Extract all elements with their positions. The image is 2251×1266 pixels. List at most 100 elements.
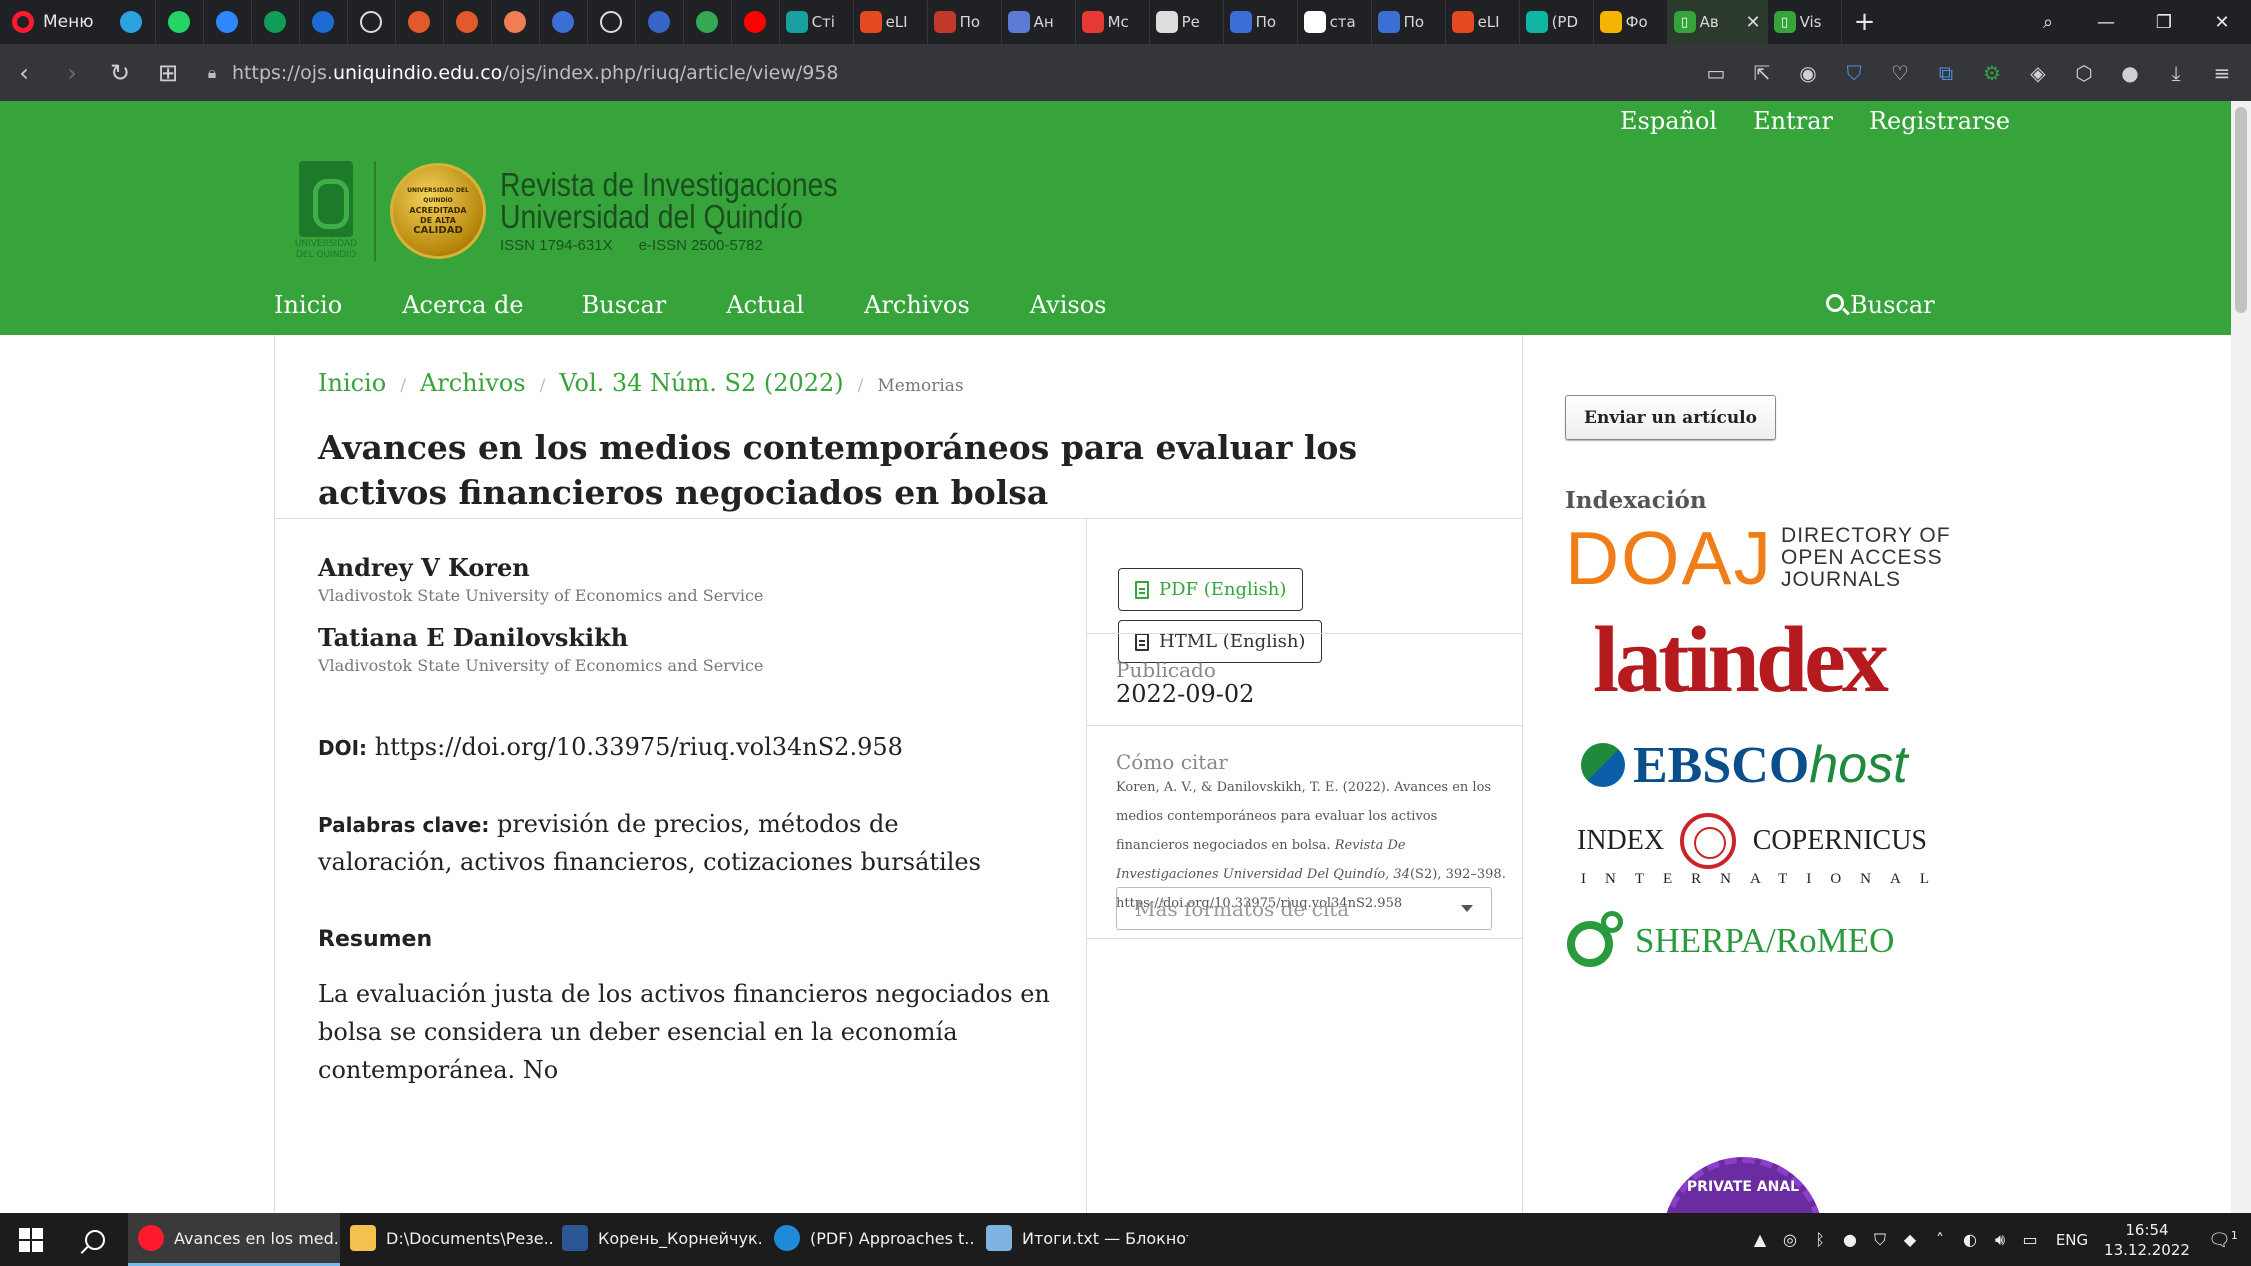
- header-search-link[interactable]: Buscar: [1826, 291, 1935, 319]
- ebsco-logo[interactable]: EBSCOhost: [1581, 735, 1908, 795]
- pinned-tab[interactable]: [204, 0, 252, 44]
- taskbar-app[interactable]: Avances en los med...: [128, 1213, 340, 1266]
- network-icon[interactable]: ◐: [1955, 1230, 1985, 1249]
- display-icon[interactable]: ▭: [2015, 1230, 2045, 1249]
- pinned-tab[interactable]: [108, 0, 156, 44]
- translate-icon[interactable]: ⧉: [1923, 53, 1969, 93]
- heart-icon[interactable]: ♡: [1877, 53, 1923, 93]
- nav-about[interactable]: Acerca de: [402, 291, 523, 319]
- browser-tab[interactable]: Ре: [1150, 0, 1224, 44]
- latindex-logo[interactable]: latindex: [1593, 605, 1889, 715]
- pinned-tab[interactable]: [732, 0, 780, 44]
- user-nav-language[interactable]: Español: [1620, 107, 1717, 135]
- new-tab-button[interactable]: +: [1842, 0, 1888, 44]
- nav-announcements[interactable]: Avisos: [1030, 291, 1107, 319]
- share-icon[interactable]: ⇱: [1739, 53, 1785, 93]
- citation-format-dropdown[interactable]: Más formatos de cita: [1116, 887, 1492, 930]
- language-indicator[interactable]: ENG: [2045, 1231, 2099, 1249]
- pinned-tab[interactable]: [636, 0, 684, 44]
- steam-icon[interactable]: ◎: [1775, 1230, 1805, 1249]
- nav-search[interactable]: Buscar: [582, 291, 667, 319]
- vpn-icon[interactable]: ⚙: [1969, 53, 2015, 93]
- browser-tab[interactable]: По: [1224, 0, 1298, 44]
- chevron-up-icon[interactable]: ˄: [1925, 1230, 1955, 1249]
- tab-last[interactable]: ▯ Vis: [1768, 0, 1842, 44]
- taskbar-app[interactable]: (PDF) Approaches t...: [764, 1213, 976, 1266]
- forward-icon[interactable]: ›: [48, 44, 96, 101]
- browser-tab[interactable]: Мс: [1076, 0, 1150, 44]
- pinned-tab[interactable]: [156, 0, 204, 44]
- browser-tab[interactable]: Фо: [1594, 0, 1668, 44]
- browser-menu-button[interactable]: Меню: [0, 0, 108, 44]
- pinned-tab[interactable]: [684, 0, 732, 44]
- restore-icon[interactable]: ❐: [2135, 0, 2193, 44]
- browser-tab[interactable]: По: [928, 0, 1002, 44]
- breadcrumb-link[interactable]: Vol. 34 Núm. S2 (2022): [559, 369, 843, 397]
- browser-tab[interactable]: По: [1372, 0, 1446, 44]
- pinned-tab[interactable]: [444, 0, 492, 44]
- tab-grid-icon[interactable]: ⊞: [144, 44, 192, 101]
- bluetooth-icon[interactable]: ᛒ: [1805, 1230, 1835, 1249]
- user-nav-register[interactable]: Registrarse: [1869, 107, 2010, 135]
- tab-search-icon[interactable]: ⌕: [2019, 0, 2077, 44]
- browser-tab[interactable]: eLI: [854, 0, 928, 44]
- browser-tab[interactable]: eLI: [1446, 0, 1520, 44]
- breadcrumb-link[interactable]: Archivos: [420, 369, 526, 397]
- taskbar-search-button[interactable]: [62, 1213, 128, 1266]
- pinned-tab[interactable]: [300, 0, 348, 44]
- tab-active[interactable]: ▯ Ав ✕: [1667, 0, 1768, 44]
- nav-current[interactable]: Actual: [726, 291, 804, 319]
- user-nav-login[interactable]: Entrar: [1753, 107, 1833, 135]
- breadcrumb-link[interactable]: Inicio: [318, 369, 386, 397]
- close-window-icon[interactable]: ✕: [2193, 0, 2251, 44]
- minimize-icon[interactable]: —: [2077, 0, 2135, 44]
- nav-archives[interactable]: Archivos: [864, 291, 970, 319]
- start-button[interactable]: [0, 1213, 62, 1266]
- close-tab-icon[interactable]: ✕: [1745, 12, 1760, 33]
- nav-home[interactable]: Inicio: [274, 291, 342, 319]
- reload-icon[interactable]: ↻: [96, 44, 144, 101]
- taskbar-app[interactable]: D:\Documents\Резе...: [340, 1213, 552, 1266]
- lock-icon[interactable]: 🔒︎: [192, 63, 232, 83]
- taskbar-app[interactable]: Итоги.txt — Блокнот: [976, 1213, 1188, 1266]
- download-icon[interactable]: ⤓: [2153, 53, 2199, 93]
- profile-avatar-icon[interactable]: ●: [2107, 53, 2153, 93]
- reader-icon[interactable]: ▭: [1693, 53, 1739, 93]
- private-badge-logo[interactable]: PRIVATE ANAL: [1663, 1157, 1823, 1213]
- clock[interactable]: 16:54 13.12.2022: [2099, 1220, 2195, 1260]
- index-copernicus-logo[interactable]: INDEX COPERNICUS INTERNATIONAL: [1577, 813, 1929, 888]
- dropbox-icon[interactable]: ◆: [1895, 1230, 1925, 1249]
- browser-tab[interactable]: Ан: [1002, 0, 1076, 44]
- pinned-tab[interactable]: [492, 0, 540, 44]
- browser-tab[interactable]: (PD: [1520, 0, 1594, 44]
- notifications-button[interactable]: 🗨︎1: [2195, 1229, 2251, 1251]
- browser-tab[interactable]: Сті: [780, 0, 854, 44]
- submit-article-button[interactable]: Enviar un artículo: [1565, 395, 1776, 440]
- pdf-galley-button[interactable]: PDF (English): [1118, 568, 1304, 611]
- easy-setup-icon[interactable]: ≡: [2199, 53, 2245, 93]
- pinned-tab[interactable]: [540, 0, 588, 44]
- page-scrollbar[interactable]: [2231, 101, 2251, 1213]
- camera-icon[interactable]: ◉: [1785, 53, 1831, 93]
- doaj-logo[interactable]: DOAJ DIRECTORY OF OPEN ACCESS JOURNALS: [1565, 521, 1951, 596]
- pinned-tab[interactable]: [588, 0, 636, 44]
- doi-link[interactable]: https://doi.org/10.33975/riuq.vol34nS2.9…: [375, 733, 903, 761]
- taskbar-app[interactable]: Корень_Корнейчук...: [552, 1213, 764, 1266]
- sherpa-romeo-logo[interactable]: SHERPA/RoMEO: [1567, 911, 1894, 971]
- html-galley-button[interactable]: HTML (English): [1118, 620, 1323, 663]
- back-icon[interactable]: ‹: [0, 44, 48, 101]
- adblock-shield-icon[interactable]: ⛉: [1831, 53, 1877, 93]
- pinned-tab[interactable]: [348, 0, 396, 44]
- pinned-tab[interactable]: [396, 0, 444, 44]
- drive-icon[interactable]: ▲: [1745, 1230, 1775, 1249]
- circle-icon[interactable]: ●: [1835, 1230, 1865, 1249]
- browser-tab[interactable]: ста: [1298, 0, 1372, 44]
- journal-logo[interactable]: UNIVERSIDAD DEL QUINDÍO UNIVERSIDAD DEL …: [286, 161, 893, 261]
- volume-icon[interactable]: 🔊︎: [1985, 1230, 2015, 1250]
- scrollbar-thumb[interactable]: [2235, 107, 2247, 313]
- extension-icon[interactable]: ◈: [2015, 53, 2061, 93]
- security-icon[interactable]: ⛉: [1865, 1230, 1895, 1250]
- url-field[interactable]: https://ojs.uniquindio.edu.co/ojs/index.…: [232, 62, 839, 84]
- cube-icon[interactable]: ⬡: [2061, 53, 2107, 93]
- pinned-tab[interactable]: [252, 0, 300, 44]
